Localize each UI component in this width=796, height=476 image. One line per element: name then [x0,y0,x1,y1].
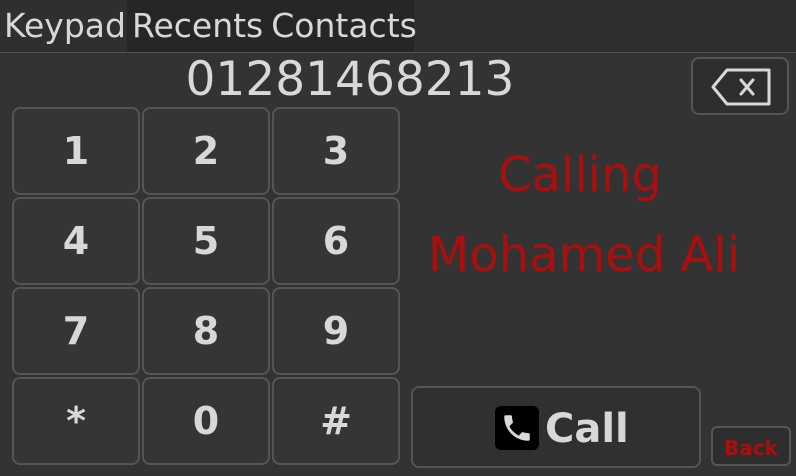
key-6[interactable]: 6 [272,197,400,285]
dialed-number-display: 01281468213 [185,52,515,107]
key-7[interactable]: 7 [12,287,140,375]
call-contact-name: Mohamed Ali [427,227,741,283]
tab-group-recents-contacts: Recents Contacts [127,0,417,52]
key-star[interactable]: * [12,377,140,465]
key-4[interactable]: 4 [12,197,140,285]
key-1[interactable]: 1 [12,107,140,195]
key-3[interactable]: 3 [272,107,400,195]
key-8[interactable]: 8 [142,287,270,375]
key-5[interactable]: 5 [142,197,270,285]
backspace-icon [711,68,771,106]
phone-icon [495,406,539,450]
backspace-button[interactable] [691,57,789,115]
tab-contacts[interactable]: Contacts [271,0,417,52]
call-button-label: Call [545,406,629,452]
tab-bar: Keypad Recents Contacts [0,0,796,53]
call-status-label: Calling [498,147,662,203]
call-button[interactable]: Call [411,386,701,468]
key-hash[interactable]: # [272,377,400,465]
key-0[interactable]: 0 [142,377,270,465]
tab-keypad[interactable]: Keypad [4,0,126,52]
key-2[interactable]: 2 [142,107,270,195]
back-button[interactable]: Back [711,426,791,466]
tab-recents[interactable]: Recents [132,0,263,52]
key-9[interactable]: 9 [272,287,400,375]
